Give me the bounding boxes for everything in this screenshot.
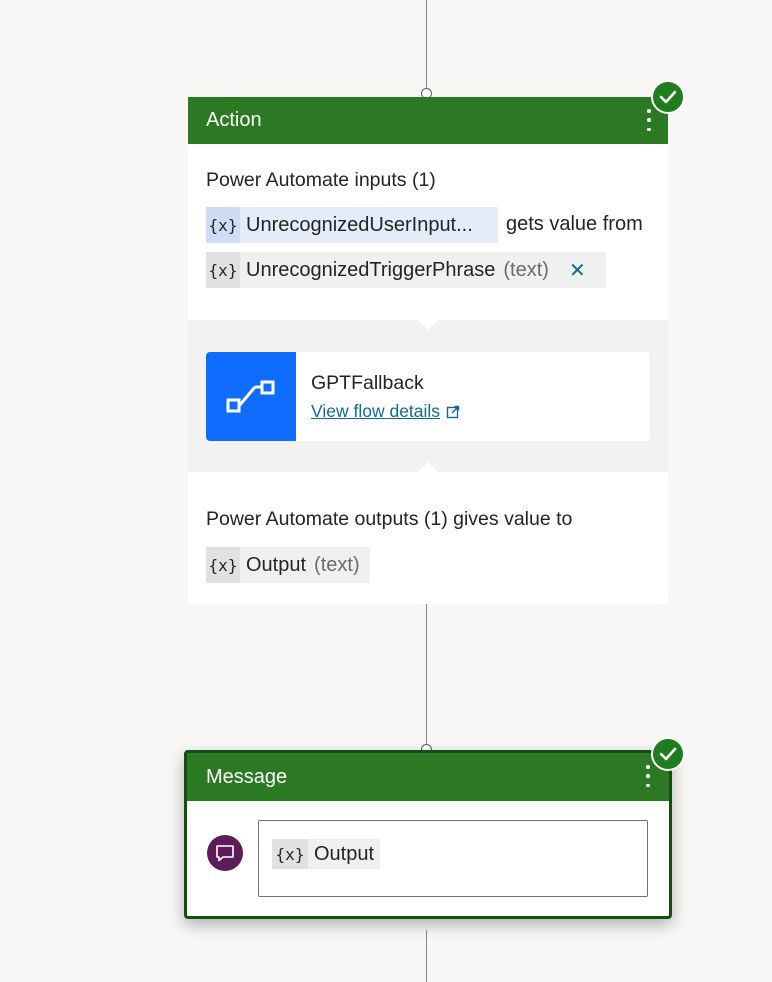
variable-icon: {x} bbox=[206, 207, 240, 243]
message-variable-chip[interactable]: {x} Output bbox=[272, 839, 381, 869]
open-in-new-icon bbox=[446, 405, 460, 418]
notch-top bbox=[418, 320, 438, 330]
message-node[interactable]: Message {x} Output bbox=[184, 750, 672, 919]
view-flow-details-link[interactable]: View flow details bbox=[311, 401, 460, 422]
input-parameter-chip[interactable]: {x} UnrecognizedUserInput... bbox=[206, 207, 498, 243]
more-vertical-icon[interactable] bbox=[646, 109, 652, 131]
connector-bottom bbox=[426, 930, 427, 982]
message-variable-name: Output bbox=[314, 842, 375, 865]
power-automate-flow-icon bbox=[206, 352, 296, 441]
message-node-header[interactable]: Message bbox=[187, 753, 669, 801]
message-text-input[interactable]: {x} Output bbox=[258, 820, 648, 897]
message-node-title: Message bbox=[206, 765, 288, 788]
inputs-section-label: Power Automate inputs (1) bbox=[206, 169, 436, 191]
output-parameter-type: (text) bbox=[314, 553, 360, 576]
input-source-chip[interactable]: {x} UnrecognizedTriggerPhrase (text) ✕ bbox=[206, 252, 606, 288]
notch-bottom bbox=[418, 462, 438, 472]
outputs-section-label: Power Automate outputs (1) gives value t… bbox=[206, 508, 573, 530]
output-parameter-chip[interactable]: {x} Output (text) bbox=[206, 547, 370, 583]
input-source-name: UnrecognizedTriggerPhrase bbox=[246, 258, 496, 281]
input-parameter-name: UnrecognizedUserInput... bbox=[246, 213, 473, 236]
output-parameter-name: Output bbox=[246, 553, 307, 576]
chat-bubble-icon bbox=[207, 835, 243, 871]
variable-icon: {x} bbox=[206, 547, 240, 583]
connector-middle bbox=[426, 604, 427, 749]
flow-name: GPTFallback bbox=[311, 372, 424, 394]
flow-card[interactable]: GPTFallback View flow details bbox=[206, 352, 650, 441]
connector-top bbox=[426, 0, 427, 92]
more-vertical-icon[interactable] bbox=[645, 765, 651, 787]
view-flow-details-label: View flow details bbox=[311, 401, 441, 421]
variable-icon: {x} bbox=[206, 252, 240, 288]
action-node[interactable]: Action Power Automate inputs (1) {x} Unr… bbox=[188, 97, 668, 604]
input-source-type: (text) bbox=[503, 258, 549, 281]
checkmark-circle-icon bbox=[651, 737, 685, 771]
gets-value-from-label: gets value from bbox=[506, 213, 643, 235]
checkmark-circle-icon bbox=[651, 80, 685, 114]
action-node-header[interactable]: Action bbox=[188, 97, 668, 144]
flow-section: GPTFallback View flow details bbox=[188, 320, 668, 472]
variable-icon: {x} bbox=[272, 839, 308, 869]
dismiss-icon[interactable]: ✕ bbox=[559, 258, 606, 283]
action-node-title: Action bbox=[206, 109, 262, 131]
